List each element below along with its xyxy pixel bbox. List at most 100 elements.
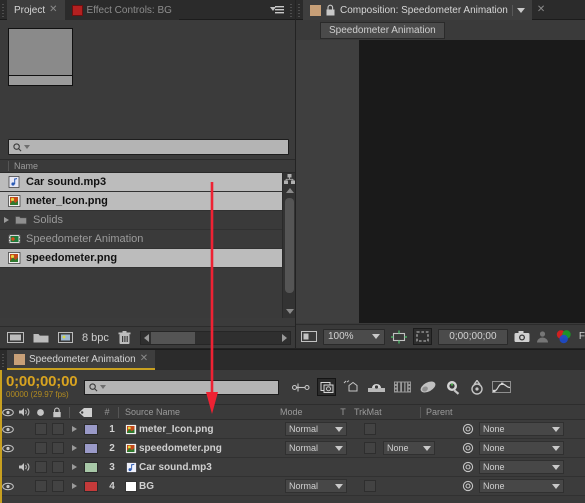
panel-grip[interactable]	[0, 0, 7, 19]
panel-grip[interactable]	[0, 350, 7, 369]
layer-trkmat-select[interactable]: None	[383, 441, 435, 455]
layer-preserve-transparency-toggle[interactable]	[364, 480, 376, 492]
motion-blur-switch-icon[interactable]	[343, 380, 360, 394]
frame-blending-icon[interactable]	[393, 380, 412, 394]
graph-editor-icon[interactable]	[492, 380, 512, 394]
chevron-down-icon[interactable]	[552, 483, 560, 489]
layer-label-color[interactable]	[84, 423, 98, 435]
panel-grip-right[interactable]	[288, 0, 295, 19]
scroll-thumb[interactable]	[285, 198, 294, 293]
layer-video-toggle[interactable]	[0, 477, 16, 495]
motion-blur-icon[interactable]	[419, 380, 437, 394]
shy-layers-icon[interactable]	[367, 380, 386, 394]
speaker-icon[interactable]	[16, 407, 33, 417]
brainstorm-icon[interactable]	[444, 380, 462, 395]
chevron-down-icon[interactable]	[516, 7, 525, 13]
parent-pickwhip-icon[interactable]	[462, 480, 474, 492]
layer-mode-select[interactable]: Normal	[285, 479, 347, 493]
auto-keyframe-icon[interactable]	[469, 379, 485, 395]
table-row[interactable]: 4 BG Normal None	[0, 477, 585, 496]
project-vertical-scrollbar[interactable]	[282, 173, 295, 318]
interpret-footage-icon[interactable]	[58, 331, 73, 344]
layer-lock-toggle[interactable]	[51, 461, 64, 473]
breadcrumb[interactable]: Speedometer Animation	[320, 21, 445, 39]
list-item[interactable]: Car sound.mp3	[0, 173, 295, 192]
chevron-down-icon[interactable]	[335, 483, 343, 489]
close-icon[interactable]: ✕	[49, 5, 57, 15]
disclosure-triangle-icon[interactable]	[71, 426, 77, 432]
layer-lock-toggle[interactable]	[51, 480, 64, 492]
chevron-down-icon[interactable]	[335, 426, 343, 432]
scroll-thumb-h[interactable]	[150, 331, 195, 344]
timeline-time-display[interactable]: 0;00;00;00 00000 (29.97 fps)	[6, 374, 78, 399]
eye-icon[interactable]	[0, 408, 16, 417]
layer-parent-select[interactable]: None	[479, 460, 564, 474]
tab-composition[interactable]: Composition: Speedometer Animation	[303, 0, 532, 20]
layer-lock-toggle[interactable]	[51, 442, 64, 454]
layer-mode-select[interactable]: Normal	[285, 422, 347, 436]
chevron-down-icon[interactable]	[423, 445, 431, 451]
color-channel-icon[interactable]	[555, 329, 573, 344]
scroll-down-icon[interactable]	[286, 309, 294, 314]
snapshot-camera-icon[interactable]	[514, 330, 530, 343]
list-item[interactable]: speedometer.png	[0, 249, 295, 268]
draft-3d-toggle[interactable]	[317, 378, 337, 396]
tab-timeline-composition[interactable]: Speedometer Animation ✕	[7, 350, 156, 370]
disclosure-triangle-icon[interactable]	[71, 464, 77, 470]
composition-mini-flowchart-icon[interactable]	[292, 381, 310, 394]
layer-parent-select[interactable]: None	[479, 479, 564, 493]
parent-pickwhip-icon[interactable]	[462, 423, 474, 435]
disclosure-triangle-icon[interactable]	[4, 217, 9, 223]
disclosure-triangle-icon[interactable]	[71, 483, 77, 489]
layer-video-toggle[interactable]	[0, 420, 16, 438]
layer-audio-toggle[interactable]	[16, 458, 33, 476]
close-icon[interactable]: ✕	[532, 4, 550, 15]
mask-view-toggle[interactable]	[412, 328, 432, 345]
composition-canvas[interactable]	[359, 40, 585, 323]
timeline-search-input[interactable]	[84, 379, 280, 395]
project-panel-menu[interactable]	[269, 0, 288, 19]
layer-solo-toggle[interactable]	[34, 461, 47, 473]
table-row[interactable]: 1 meter_Icon.png Normal None	[0, 420, 585, 439]
layer-video-toggle[interactable]	[0, 439, 16, 457]
parent-pickwhip-icon[interactable]	[462, 442, 474, 454]
list-item[interactable]: Speedometer Animation	[0, 230, 295, 249]
layer-solo-toggle[interactable]	[34, 423, 47, 435]
new-folder-icon[interactable]	[33, 331, 49, 344]
layer-mode-select[interactable]: Normal	[285, 441, 347, 455]
lock-icon[interactable]	[48, 407, 65, 418]
list-item[interactable]: meter_Icon.png	[0, 192, 295, 211]
parent-pickwhip-icon[interactable]	[462, 461, 474, 473]
chevron-down-icon[interactable]	[24, 145, 30, 149]
table-row[interactable]: 2 speedometer.png Normal None None	[0, 439, 585, 458]
view-layout-icon[interactable]	[301, 330, 317, 343]
bit-depth-label[interactable]: 8 bpc	[82, 332, 109, 344]
project-horizontal-scrollbar[interactable]	[139, 330, 291, 345]
layer-parent-select[interactable]: None	[479, 441, 564, 455]
sort-icon[interactable]	[283, 173, 295, 186]
layer-solo-toggle[interactable]	[34, 442, 47, 454]
scroll-right-icon[interactable]	[282, 333, 287, 342]
tab-project[interactable]: Project ✕	[7, 0, 65, 20]
layer-parent-select[interactable]: None	[479, 422, 564, 436]
layer-label-color[interactable]	[84, 480, 98, 492]
scroll-up-icon[interactable]	[286, 188, 294, 193]
layer-solo-toggle[interactable]	[34, 480, 47, 492]
delete-icon[interactable]	[118, 330, 131, 345]
chevron-down-icon[interactable]	[552, 445, 560, 451]
zoom-select[interactable]: 100%	[322, 328, 385, 345]
solo-icon[interactable]	[33, 408, 48, 417]
chevron-down-icon[interactable]	[552, 464, 560, 470]
lock-icon[interactable]	[325, 4, 336, 16]
resolution-label[interactable]: F	[579, 331, 585, 342]
tab-effect-controls[interactable]: Effect Controls: BG	[64, 0, 179, 20]
chevron-down-icon[interactable]	[371, 334, 380, 339]
layer-label-color[interactable]	[84, 442, 98, 454]
composition-viewer[interactable]	[296, 40, 585, 323]
new-composition-icon[interactable]	[7, 331, 24, 344]
list-item[interactable]: Solids	[0, 211, 295, 230]
chevron-down-icon[interactable]	[100, 385, 107, 389]
chevron-down-icon[interactable]	[335, 445, 343, 451]
layer-preserve-transparency-toggle[interactable]	[364, 423, 376, 435]
layer-lock-toggle[interactable]	[51, 423, 64, 435]
